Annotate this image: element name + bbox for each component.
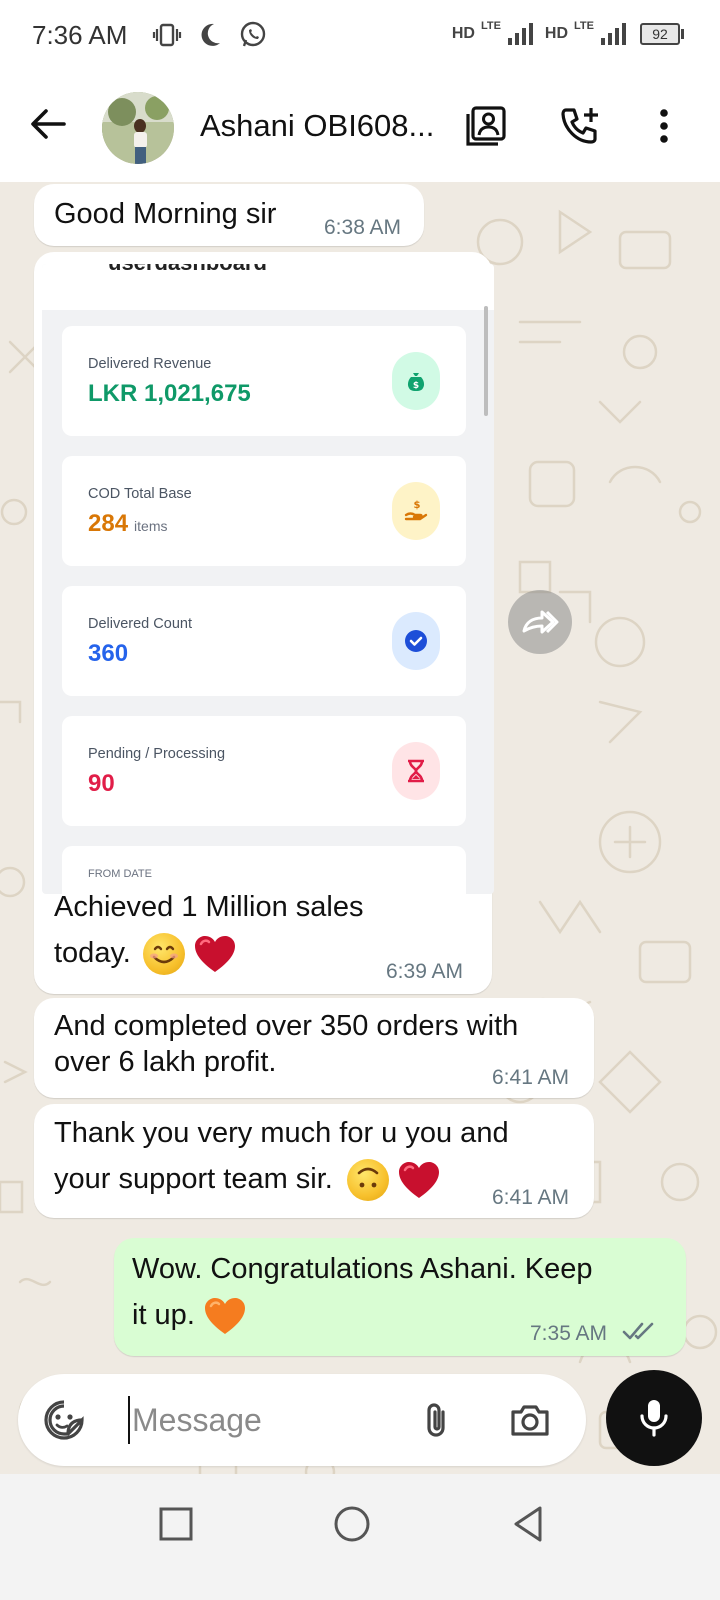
network-hd-label: HD <box>451 25 475 42</box>
message-line-2-wrap: your support team sir. <box>54 1156 441 1202</box>
message-time: 6:39 AM <box>386 960 464 983</box>
red-heart-emoji-icon <box>398 1162 439 1199</box>
caption-line-1: Achieved 1 Million sales <box>54 891 364 923</box>
message-bubble-outgoing[interactable]: Wow. Congratulations Ashani. Keep it up.… <box>114 1238 686 1356</box>
upside-down-face-emoji-icon <box>346 1159 389 1202</box>
camera-icon[interactable] <box>508 1398 552 1442</box>
mic-button[interactable] <box>606 1370 702 1466</box>
stat-card-pending-processing: Pending / Processing 90 <box>62 716 466 826</box>
message-time: 7:35 AM <box>530 1322 608 1345</box>
screenshot-title: userdashboard <box>108 264 267 276</box>
signal-icon-2 <box>601 23 626 45</box>
contact-card-icon[interactable] <box>464 104 508 148</box>
chat-area[interactable]: Good Morning sir 6:38 AM userdashboard D… <box>0 182 720 1498</box>
stat-card-delivered-revenue: Delivered Revenue LKR 1,021,675 $ <box>62 326 466 436</box>
message-bubble-incoming[interactable]: Good Morning sir 6:38 AM <box>34 184 424 246</box>
screenshot-scrollbar <box>484 306 488 416</box>
attach-paperclip-icon[interactable] <box>414 1398 458 1442</box>
forward-icon <box>522 610 559 634</box>
svg-text:$: $ <box>413 381 419 391</box>
recents-square-icon[interactable] <box>156 1504 196 1544</box>
back-arrow-icon[interactable] <box>26 102 70 146</box>
stat-label: Delivered Count <box>88 616 192 632</box>
whatsapp-icon <box>240 21 266 47</box>
text-cursor <box>128 1396 130 1444</box>
stat-value: 90 <box>88 770 115 797</box>
message-time: 6:41 AM <box>492 1066 570 1089</box>
forward-button[interactable] <box>508 590 572 654</box>
chat-header: Ashani OBI608... <box>0 72 720 182</box>
message-line-1: Thank you very much for u you and <box>54 1117 509 1149</box>
message-time: 6:38 AM <box>324 216 402 239</box>
hand-coin-icon: $ <box>392 482 440 540</box>
stat-value: LKR 1,021,675 <box>88 380 251 407</box>
status-system-icons: HD LTE HD LTE 92 <box>451 20 684 46</box>
double-tick-read-icon <box>622 1322 654 1340</box>
lte-label: LTE <box>480 20 501 32</box>
status-notification-icons <box>152 20 268 50</box>
red-heart-emoji-icon <box>194 936 235 973</box>
stat-value: 360 <box>88 640 129 667</box>
sticker-icon[interactable] <box>42 1398 86 1442</box>
message-line-1: And completed over 350 orders with <box>54 1010 519 1042</box>
message-line-2: it up. <box>132 1299 195 1331</box>
stat-number: 284 <box>88 510 129 537</box>
stat-value: 284 items <box>88 510 168 538</box>
hourglass-icon <box>392 742 440 800</box>
svg-text:$: $ <box>414 500 421 511</box>
avatar[interactable] <box>102 92 174 164</box>
message-line-2: over 6 lakh profit. <box>54 1046 277 1078</box>
mic-icon <box>640 1400 668 1437</box>
stat-card-cod-total-base: COD Total Base 284 items $ <box>62 456 466 566</box>
battery-level: 92 <box>640 23 680 45</box>
vibrate-icon <box>152 23 182 47</box>
home-circle-icon[interactable] <box>332 1504 372 1544</box>
do-not-disturb-moon-icon <box>201 23 220 46</box>
contact-name[interactable]: Ashani OBI608... <box>200 108 434 144</box>
message-line-2-wrap: it up. <box>132 1292 247 1338</box>
caption-line-2-wrap: today. <box>54 930 237 976</box>
lte-label-2: LTE <box>574 20 594 32</box>
stat-label: Pending / Processing <box>88 746 226 762</box>
stat-label: Delivered Revenue <box>88 356 212 372</box>
status-bar: 7:36 AM HD LTE HD LTE 92 <box>0 0 720 72</box>
stat-card-delivered-count: Delivered Count 360 <box>62 586 466 696</box>
system-nav-bar <box>0 1474 720 1600</box>
stat-label: COD Total Base <box>88 486 192 502</box>
caption-line-2: today. <box>54 937 131 969</box>
message-bubble-incoming[interactable]: Thank you very much for u you and your s… <box>34 1104 594 1218</box>
image-message-bubble[interactable]: userdashboard Delivered Revenue LKR 1,02… <box>34 252 494 994</box>
message-time: 6:41 AM <box>492 1186 570 1209</box>
message-line-1: Wow. Congratulations Ashani. Keep <box>132 1253 593 1285</box>
message-text: Good Morning sir <box>54 198 277 230</box>
smiling-face-emoji-icon <box>142 933 185 976</box>
orange-heart-emoji-icon <box>204 1298 245 1335</box>
money-bag-icon: $ <box>392 352 440 410</box>
dashboard-screenshot-image[interactable]: userdashboard Delivered Revenue LKR 1,02… <box>42 264 494 894</box>
add-call-icon[interactable] <box>558 104 602 148</box>
check-circle-icon <box>392 612 440 670</box>
signal-icon <box>507 23 533 45</box>
message-bubble-incoming[interactable]: And completed over 350 orders with over … <box>34 998 594 1098</box>
back-triangle-icon[interactable] <box>508 1504 548 1544</box>
message-composer <box>18 1374 586 1466</box>
status-time: 7:36 AM <box>32 20 128 50</box>
more-vert-icon[interactable] <box>642 104 686 148</box>
battery-icon: 92 <box>640 23 684 45</box>
stat-unit: items <box>134 518 168 534</box>
from-date-label: FROM DATE <box>88 868 152 880</box>
network-hd-label-2: HD <box>544 25 569 42</box>
message-input[interactable] <box>132 1392 402 1448</box>
message-line-2: your support team sir. <box>54 1163 333 1195</box>
